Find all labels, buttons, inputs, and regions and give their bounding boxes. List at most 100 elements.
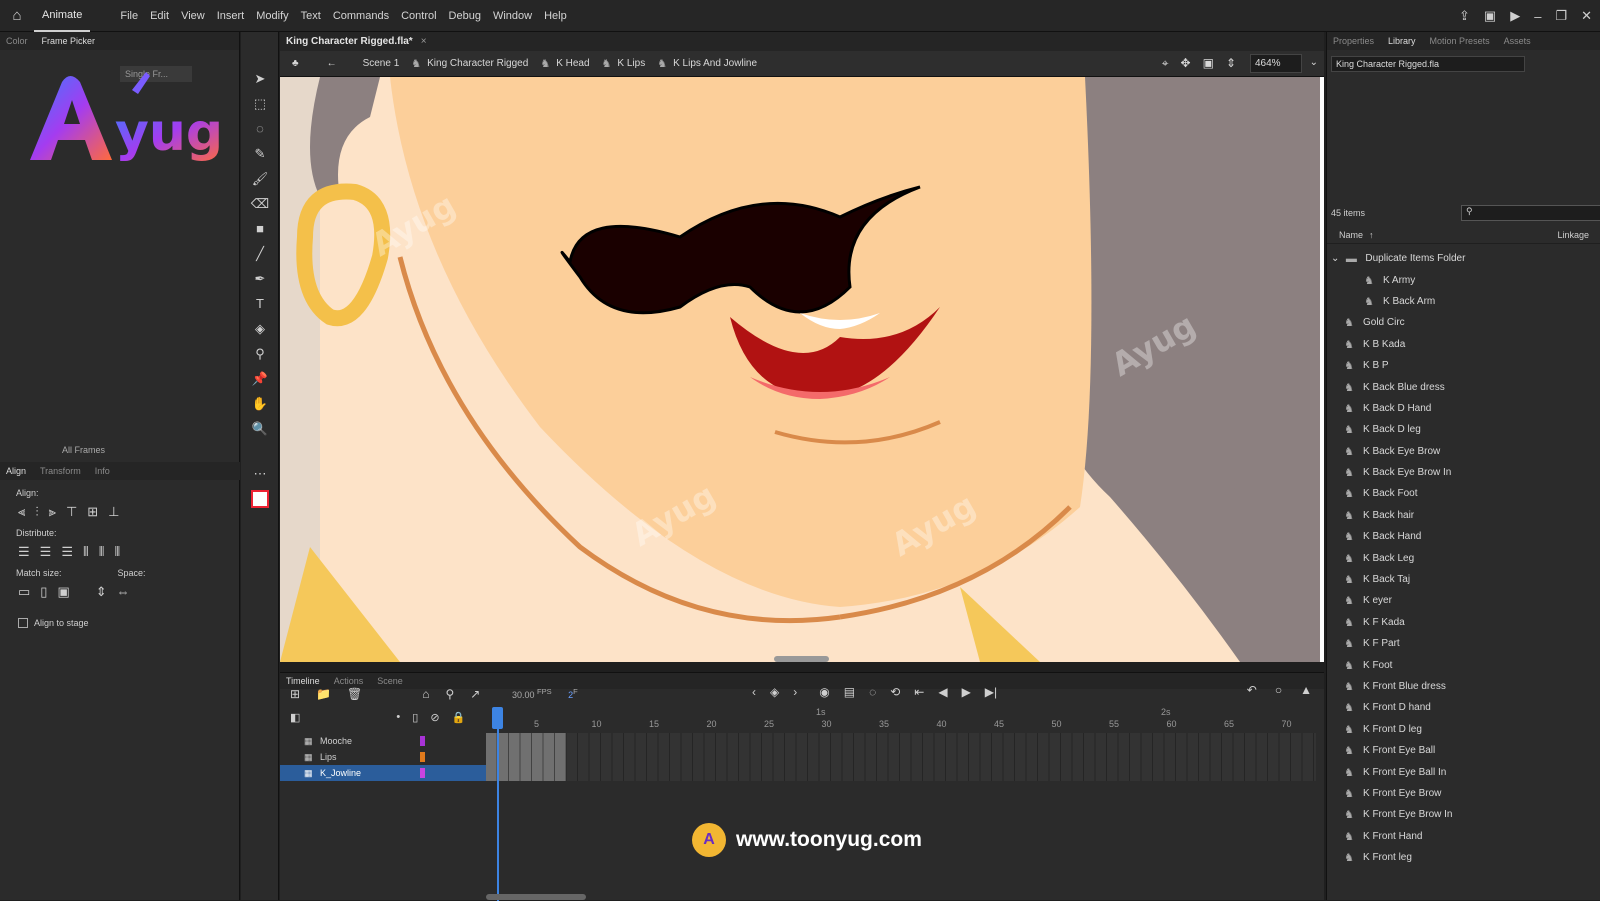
library-item[interactable]: ♞ K Front leg bbox=[1327, 847, 1600, 868]
back-arrow-icon[interactable]: ← bbox=[327, 58, 337, 69]
selection-tool-icon[interactable]: ➤ bbox=[241, 66, 279, 91]
menu-item-commands[interactable]: Commands bbox=[327, 10, 395, 22]
zoom-tool-icon[interactable]: 🔍 bbox=[241, 416, 279, 441]
library-item[interactable]: ♞ K Back Eye Brow In bbox=[1327, 462, 1600, 483]
fps-display[interactable]: 30.00 FPS 2F bbox=[512, 687, 578, 700]
tab-actions[interactable]: Actions bbox=[334, 676, 364, 686]
first-frame-icon[interactable]: ⇤ bbox=[914, 685, 924, 699]
step-forward-icon[interactable]: ▶| bbox=[985, 685, 997, 699]
playhead-handle[interactable] bbox=[492, 707, 503, 729]
library-item[interactable]: ♞ K F Part bbox=[1327, 633, 1600, 654]
insert-keyframe-icon[interactable]: ◈ bbox=[770, 685, 779, 699]
frames-filter[interactable]: All Frames bbox=[0, 440, 240, 460]
workspace-name[interactable]: Animate bbox=[34, 0, 91, 32]
playhead[interactable] bbox=[497, 707, 499, 901]
library-item[interactable]: ♞ K Front Blue dress bbox=[1327, 676, 1600, 697]
tab-assets[interactable]: Assets bbox=[1504, 36, 1531, 46]
lasso-tool-icon[interactable]: ◌ bbox=[241, 116, 279, 141]
tab-properties[interactable]: Properties bbox=[1333, 36, 1374, 46]
share-icon[interactable]: ⇪ bbox=[1459, 8, 1470, 24]
library-item[interactable]: ♞ K Foot bbox=[1327, 654, 1600, 675]
menu-item-debug[interactable]: Debug bbox=[443, 10, 487, 22]
library-item[interactable]: ♞ K Back Arm bbox=[1327, 291, 1600, 312]
library-item[interactable]: ♞ K Front Hand bbox=[1327, 826, 1600, 847]
free-transform-tool-icon[interactable]: ⬚ bbox=[241, 91, 279, 116]
align-right-icon[interactable]: ⫸ bbox=[49, 504, 56, 520]
highlight-icon[interactable]: • bbox=[396, 711, 400, 724]
menu-item-window[interactable]: Window bbox=[487, 10, 538, 22]
tab-motion-presets[interactable]: Motion Presets bbox=[1430, 36, 1490, 46]
library-item[interactable]: ♞ K Front Eye Brow bbox=[1327, 783, 1600, 804]
library-item[interactable]: ♞ K Back Taj bbox=[1327, 569, 1600, 590]
clip-icon[interactable]: ▣ bbox=[1203, 56, 1214, 71]
play-icon[interactable]: ▶ bbox=[962, 685, 971, 699]
eraser-tool-icon[interactable]: ⌫ bbox=[241, 191, 279, 216]
library-item[interactable]: ♞ K Back Hand bbox=[1327, 526, 1600, 547]
collapse-icon[interactable]: ▲ bbox=[1300, 683, 1312, 697]
zoom-stepper-icon[interactable]: ⇕ bbox=[1226, 56, 1236, 71]
tab-timeline[interactable]: Timeline bbox=[286, 676, 320, 686]
menu-item-view[interactable]: View bbox=[175, 10, 211, 22]
library-item[interactable]: ♞ K Back Leg bbox=[1327, 547, 1600, 568]
zoom-input[interactable]: 464% bbox=[1250, 54, 1302, 73]
paint-bucket-tool-icon[interactable]: ◈ bbox=[241, 316, 279, 341]
library-item[interactable]: ♞ K Back Foot bbox=[1327, 483, 1600, 504]
align-to-stage-checkbox[interactable] bbox=[18, 618, 28, 628]
new-folder-icon[interactable]: 📁 bbox=[316, 687, 331, 701]
library-item[interactable]: ♞ Gold Circ bbox=[1327, 312, 1600, 333]
menu-item-text[interactable]: Text bbox=[295, 10, 327, 22]
eyedropper-tool-icon[interactable]: ⚲ bbox=[241, 341, 279, 366]
rectangle-tool-icon[interactable]: ■ bbox=[241, 216, 279, 241]
layer-row[interactable]: ▦ Lips bbox=[280, 749, 486, 765]
align-middle-icon[interactable]: ⊞ bbox=[87, 504, 98, 520]
library-item[interactable]: ♞ K F Kada bbox=[1327, 612, 1600, 633]
tab-color[interactable]: Color bbox=[6, 36, 28, 46]
tab-scene[interactable]: Scene bbox=[377, 676, 403, 686]
library-item[interactable]: ♞ K eyer bbox=[1327, 590, 1600, 611]
tab-frame-picker[interactable]: Frame Picker bbox=[42, 36, 96, 46]
align-center-icon[interactable]: ⫶ bbox=[35, 504, 38, 520]
library-item[interactable]: ♞ K Back Blue dress bbox=[1327, 376, 1600, 397]
menu-item-help[interactable]: Help bbox=[538, 10, 573, 22]
chevron-down-icon[interactable]: ⌄ bbox=[1331, 253, 1339, 264]
stroke-fill-swatch-icon[interactable] bbox=[241, 486, 279, 511]
library-item[interactable]: ♞ K Front D hand bbox=[1327, 697, 1600, 718]
distribute-left-icon[interactable]: ⦀ bbox=[83, 544, 89, 560]
text-tool-icon[interactable]: T bbox=[241, 291, 279, 316]
stage[interactable]: Ayug Ayug Ayug Ayug bbox=[280, 77, 1324, 662]
camera-layer-icon[interactable]: ⌂ bbox=[422, 687, 429, 701]
match-height-icon[interactable]: ▯ bbox=[40, 584, 47, 600]
linkage-column-header[interactable]: Linkage bbox=[1557, 230, 1589, 240]
step-back-icon[interactable]: ◀ bbox=[938, 685, 947, 699]
pencil-tool-icon[interactable]: ✎ bbox=[241, 141, 279, 166]
close-tab-icon[interactable]: × bbox=[421, 36, 427, 47]
close-button[interactable]: ✕ bbox=[1581, 8, 1592, 24]
graph-icon[interactable]: ↗ bbox=[470, 687, 480, 701]
new-layer-icon[interactable]: ⊞ bbox=[290, 687, 300, 701]
chevron-down-icon[interactable]: ⌄ bbox=[1310, 57, 1318, 68]
minimize-button[interactable]: – bbox=[1534, 9, 1541, 24]
library-item[interactable]: ♞ K B Kada bbox=[1327, 334, 1600, 355]
tab-info[interactable]: Info bbox=[95, 466, 110, 476]
match-width-icon[interactable]: ▭ bbox=[18, 584, 30, 600]
breadcrumb-item[interactable]: ♞ K Lips bbox=[602, 57, 646, 70]
next-keyframe-icon[interactable]: › bbox=[793, 685, 797, 699]
tab-library[interactable]: Library bbox=[1388, 36, 1416, 46]
line-tool-icon[interactable]: ╱ bbox=[241, 241, 279, 266]
align-top-icon[interactable]: ⊤ bbox=[66, 504, 77, 520]
center-stage-icon[interactable]: ⌖ bbox=[1162, 56, 1169, 71]
library-file-select[interactable]: King Character Rigged.fla bbox=[1331, 56, 1525, 72]
layer-color-swatch[interactable] bbox=[420, 752, 425, 762]
prev-keyframe-icon[interactable]: ‹ bbox=[752, 685, 756, 699]
timeline-scrollbar[interactable] bbox=[486, 894, 586, 900]
library-item[interactable]: ♞ K Army bbox=[1327, 269, 1600, 290]
delete-layer-icon[interactable]: 🗑 bbox=[347, 687, 362, 701]
edit-multiple-icon[interactable]: ▤ bbox=[844, 685, 855, 699]
pen-tool-icon[interactable]: ✒ bbox=[241, 266, 279, 291]
home-icon[interactable]: ⌂ bbox=[0, 0, 34, 32]
document-tab[interactable]: King Character Rigged.fla* bbox=[286, 36, 413, 47]
layer-color-swatch[interactable] bbox=[420, 768, 425, 778]
library-search-input[interactable]: ⚲ bbox=[1461, 205, 1600, 221]
breadcrumb-item[interactable]: ♞ K Lips And Jowline bbox=[657, 57, 757, 70]
frames-grid[interactable] bbox=[486, 733, 1316, 781]
